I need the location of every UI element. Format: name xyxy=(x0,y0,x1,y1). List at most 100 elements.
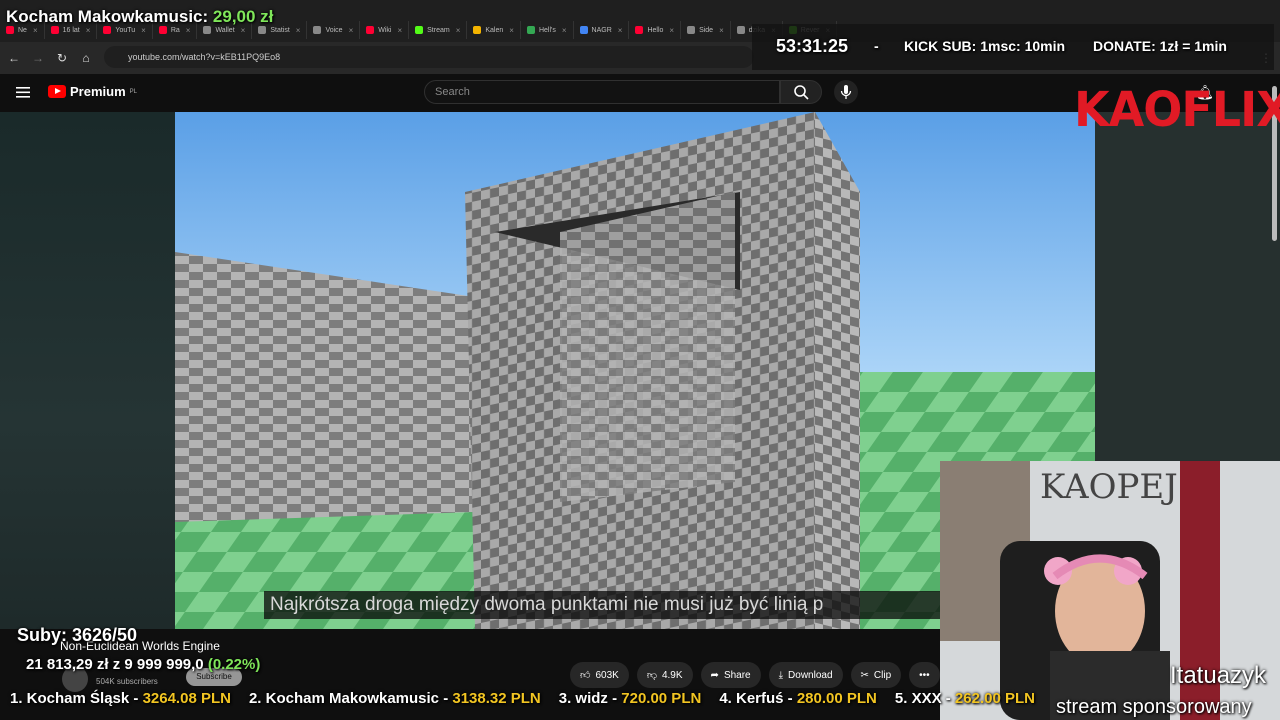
donation-goal: 21 813,29 zł z 9 999 999,0 (0.22%) xyxy=(26,656,260,673)
browser-tab[interactable]: Kalen × xyxy=(467,21,521,39)
tab-label: NAGR xyxy=(591,26,612,34)
kick-sub-rate: KICK SUB: 1msc: 10min xyxy=(904,38,1066,54)
tab-label: Side xyxy=(699,26,714,34)
browser-tab[interactable]: NAGR × xyxy=(574,21,630,39)
tab-favicon-icon xyxy=(158,26,167,34)
donor-ticker-item: 4. Kerfuś - 280.00 PLN xyxy=(719,690,877,710)
reload-icon[interactable]: ↻ xyxy=(54,50,70,66)
donor-ticker-item: 2. Kocham Makowkamusic - 3138.32 PLN xyxy=(249,690,541,710)
close-tab-icon[interactable]: × xyxy=(349,26,354,35)
tab-favicon-icon xyxy=(50,26,59,34)
back-arrow-icon[interactable]: ← xyxy=(6,50,22,66)
donor-ticker-item: 1. Kocham Śląsk - 3264.08 PLN xyxy=(10,690,231,710)
hamburger-menu-icon[interactable] xyxy=(16,85,32,99)
tab-favicon-icon xyxy=(635,26,644,34)
close-tab-icon[interactable]: × xyxy=(719,26,724,35)
more-actions-button[interactable]: ••• xyxy=(909,662,940,688)
dislike-count: 4.9K xyxy=(661,669,683,681)
tab-label: Stream xyxy=(427,26,450,34)
close-tab-icon[interactable]: × xyxy=(456,26,461,35)
home-icon[interactable]: ⌂ xyxy=(78,50,94,66)
close-tab-icon[interactable]: × xyxy=(509,26,514,35)
ticker-donor-label: 2. Kocham Makowkamusic - xyxy=(248,690,449,707)
search-button[interactable] xyxy=(780,80,822,104)
like-count: 603K xyxy=(595,669,619,681)
streamer-name: Itatuazyk xyxy=(1170,662,1267,689)
tab-label: Wallet xyxy=(215,26,235,34)
tab-favicon-icon xyxy=(579,26,588,34)
forward-arrow-icon[interactable]: → xyxy=(30,50,46,66)
close-tab-icon[interactable]: × xyxy=(397,26,402,35)
tab-label: 16 lat xyxy=(62,26,80,34)
ticker-donor-label: 1. Kocham Śląsk - xyxy=(10,690,139,707)
tab-label: Ra xyxy=(170,26,180,34)
donor-amount: 29,00 zł xyxy=(212,7,274,26)
browser-tab[interactable]: Wiki × xyxy=(360,21,410,39)
ticker-donor-label: 4. Kerfuś - xyxy=(719,690,793,707)
donor-ticker-item: 5. XXX - 262.00 PLN xyxy=(895,690,1035,710)
tab-favicon-icon xyxy=(473,26,482,34)
ticker-donor-label: 5. XXX - xyxy=(894,690,951,707)
browser-tab[interactable]: Voice × xyxy=(307,21,361,39)
close-tab-icon[interactable]: × xyxy=(618,26,623,35)
logo-text: Premium xyxy=(70,84,126,99)
tab-label: Hello xyxy=(647,26,664,34)
video-subtitle: Najkrótsza droga między dwoma punktami n… xyxy=(264,591,940,619)
donor-name: Kocham Makowkamusic: xyxy=(6,7,209,26)
tab-label: Ne xyxy=(18,26,27,34)
tab-favicon-icon xyxy=(203,26,212,34)
tab-favicon-icon xyxy=(687,26,696,34)
timer-separator: - xyxy=(874,38,879,54)
share-icon: ➦ xyxy=(710,669,719,681)
dislike-button[interactable]: 👎︎ 4.9K xyxy=(636,662,693,688)
ticker-donor-value: 3264.08 PLN xyxy=(142,690,231,707)
tab-favicon-icon xyxy=(366,26,375,34)
voice-search-button[interactable] xyxy=(834,80,858,104)
donation-goal-value: 9 999 999,0 xyxy=(124,656,204,673)
like-button[interactable]: 👍︎ 603K xyxy=(570,662,629,688)
close-tab-icon[interactable]: × xyxy=(296,26,301,35)
tab-label: Voice xyxy=(325,26,343,34)
browser-tab[interactable]: Hello × xyxy=(629,21,682,39)
tab-label: YouTu xyxy=(115,26,136,34)
youtube-play-icon xyxy=(48,85,66,98)
channel-subscriber-count: 504K subscribers xyxy=(96,677,158,686)
browser-tab[interactable]: Side × xyxy=(681,21,731,39)
video-actions: 👍︎ 603K 👎︎ 4.9K ➦ Share ⤓ Download ✂ Clip ••• xyxy=(570,662,940,688)
subs-counter: Suby: 3626/50 xyxy=(17,625,138,645)
download-icon: ⤓ xyxy=(778,669,784,681)
browser-tab[interactable]: Stream × xyxy=(409,21,468,39)
share-button[interactable]: ➦ Share xyxy=(700,662,761,688)
youtube-logo[interactable]: Premium PL xyxy=(48,84,137,99)
tab-label: Statist xyxy=(270,26,290,34)
address-bar[interactable]: youtube.com/watch?v=kEB11PQ9Eo8 xyxy=(104,46,754,68)
tab-favicon-icon xyxy=(313,26,322,34)
close-tab-icon[interactable]: × xyxy=(669,26,674,35)
tab-favicon-icon xyxy=(6,26,14,34)
kaoflix-logo: KAOFLIX xyxy=(1074,80,1280,138)
stream-timer: 53:31:25 xyxy=(776,36,849,56)
clip-label: Clip xyxy=(873,669,892,681)
clip-button[interactable]: ✂ Clip xyxy=(850,662,902,688)
donor-ticker-item: 3. widz - 720.00 PLN xyxy=(559,690,702,710)
donation-percent: (0.22%) xyxy=(207,656,261,673)
top-donors-ticker: 1. Kocham Śląsk - 3264.08 PLN 2. Kocham M… xyxy=(0,690,1070,710)
latest-donor: Kocham Makowkamusic: 29,00 zł xyxy=(6,7,273,27)
download-button[interactable]: ⤓ Download xyxy=(768,662,843,688)
logo-region: PL xyxy=(129,88,137,95)
search-input[interactable]: Search xyxy=(424,80,780,104)
sponsored-label: stream sponsorowany xyxy=(1056,696,1252,718)
thumbs-up-icon: 👍︎ xyxy=(580,670,591,681)
ticker-donor-value: 720.00 PLN xyxy=(621,690,702,707)
tab-label: Hell's xyxy=(538,26,556,34)
ticker-donor-value: 3138.32 PLN xyxy=(452,690,541,707)
close-tab-icon[interactable]: × xyxy=(562,26,567,35)
tab-label: Kalen xyxy=(485,26,504,34)
tab-favicon-icon xyxy=(415,26,424,34)
ticker-donor-value: 262.00 PLN xyxy=(954,690,1035,707)
donate-rate: DONATE: 1zł = 1min xyxy=(1093,38,1227,54)
ticker-donor-label: 3. widz - xyxy=(558,690,618,707)
thumbs-down-icon: 👎︎ xyxy=(646,670,657,681)
browser-tab[interactable]: Hell's × xyxy=(521,21,574,39)
video-ambient-right xyxy=(1095,112,1280,462)
